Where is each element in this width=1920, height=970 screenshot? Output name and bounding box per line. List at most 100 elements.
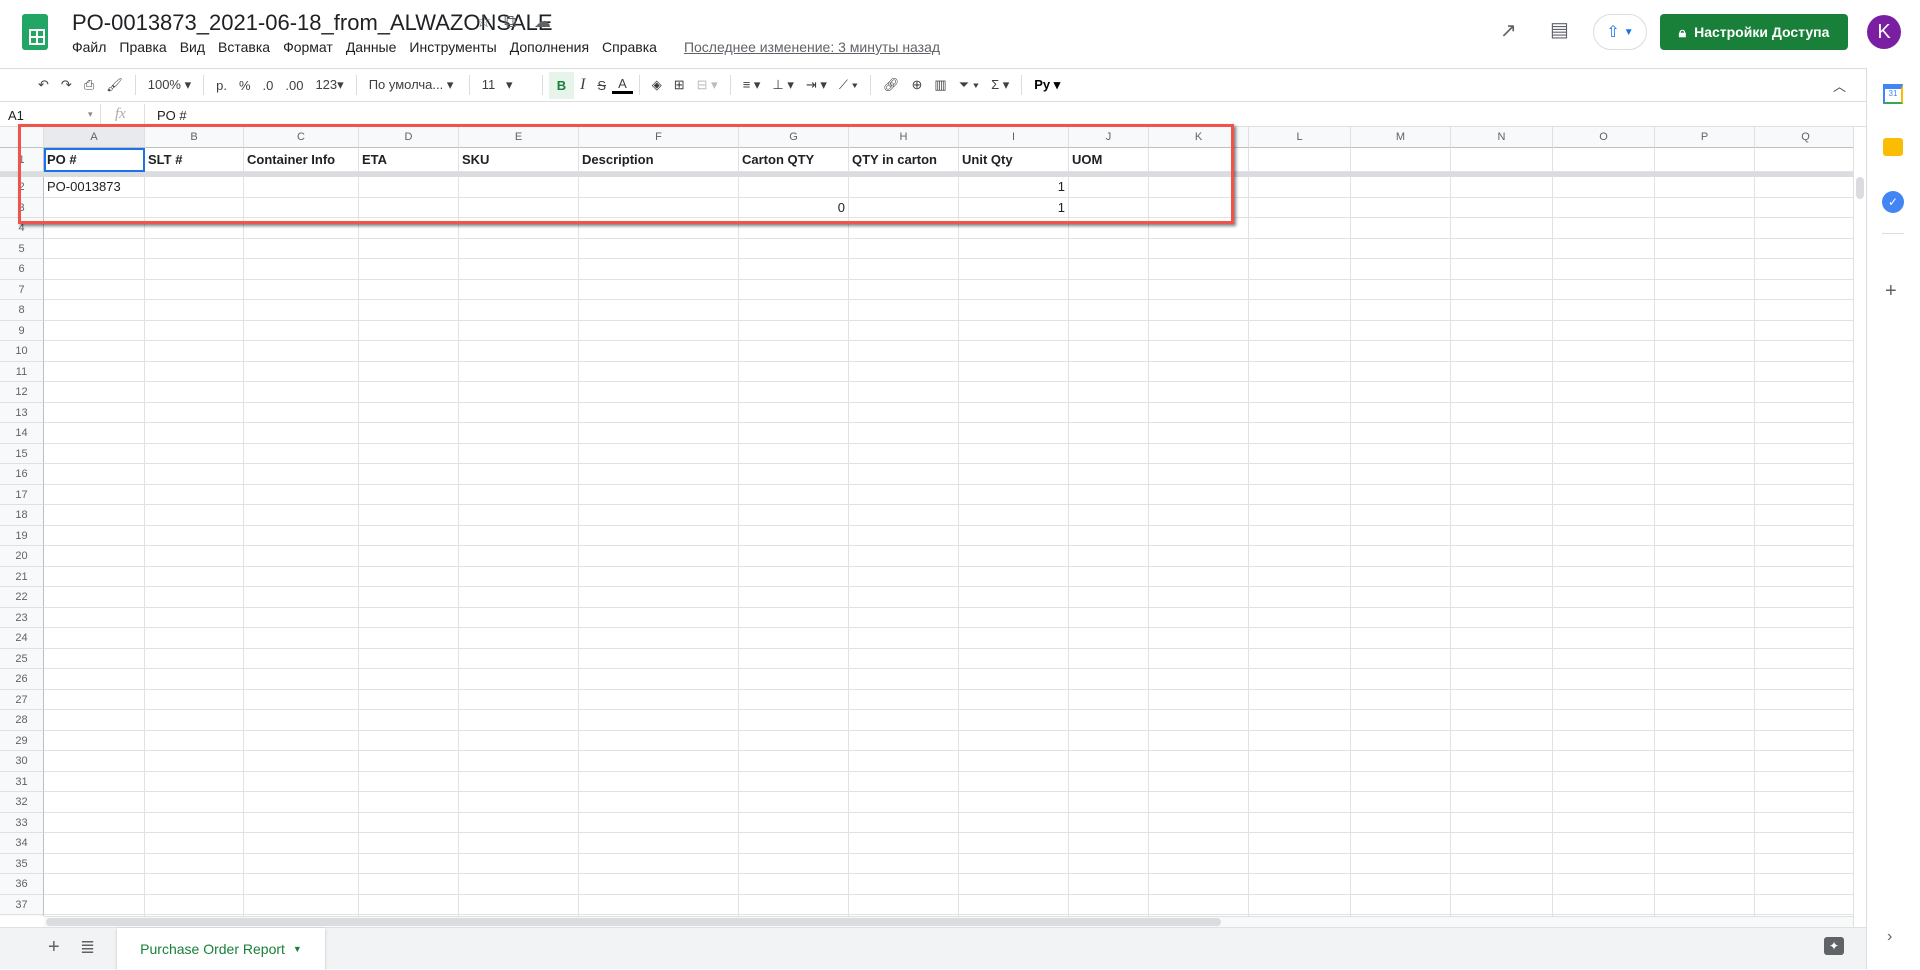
cell-D30[interactable] — [359, 751, 459, 772]
cell-K15[interactable] — [1149, 443, 1249, 464]
cell-I28[interactable] — [959, 710, 1069, 731]
cell-A33[interactable] — [44, 812, 145, 833]
cell-N24[interactable] — [1451, 628, 1553, 649]
add-addon-icon[interactable]: + — [1885, 280, 1897, 303]
cell-B32[interactable] — [145, 792, 244, 813]
cell-G36[interactable] — [739, 874, 849, 895]
cell-I27[interactable] — [959, 689, 1069, 710]
cell-Q36[interactable] — [1755, 874, 1853, 895]
cell-A31[interactable] — [44, 771, 145, 792]
cell-O12[interactable] — [1553, 382, 1655, 403]
cell-O29[interactable] — [1553, 730, 1655, 751]
cell-O16[interactable] — [1553, 464, 1655, 485]
cell-J33[interactable] — [1069, 812, 1149, 833]
cell-H28[interactable] — [849, 710, 959, 731]
menu-addons[interactable]: Дополнения — [510, 39, 596, 55]
cell-E21[interactable] — [459, 566, 579, 587]
cell-A26[interactable] — [44, 669, 145, 690]
cell-M23[interactable] — [1351, 607, 1451, 628]
cell-N31[interactable] — [1451, 771, 1553, 792]
cell-H24[interactable] — [849, 628, 959, 649]
cell-E13[interactable] — [459, 402, 579, 423]
cell-E33[interactable] — [459, 812, 579, 833]
cell-I23[interactable] — [959, 607, 1069, 628]
cell-J32[interactable] — [1069, 792, 1149, 813]
cell-P23[interactable] — [1655, 607, 1755, 628]
cell-M8[interactable] — [1351, 300, 1451, 321]
cell-N9[interactable] — [1451, 320, 1553, 341]
cell-B11[interactable] — [145, 361, 244, 382]
cell-C5[interactable] — [244, 238, 359, 259]
cell-A25[interactable] — [44, 648, 145, 669]
cell-D14[interactable] — [359, 423, 459, 444]
row-header-11[interactable]: 11 — [0, 361, 44, 382]
cell-G30[interactable] — [739, 751, 849, 772]
cell-O18[interactable] — [1553, 505, 1655, 526]
cell-L2[interactable] — [1249, 177, 1351, 198]
cell-K19[interactable] — [1149, 525, 1249, 546]
sheets-logo[interactable] — [22, 14, 48, 50]
cell-D29[interactable] — [359, 730, 459, 751]
cell-C16[interactable] — [244, 464, 359, 485]
cell-P8[interactable] — [1655, 300, 1755, 321]
expand-panel-icon[interactable]: › — [1887, 928, 1892, 946]
vertical-scrollbar[interactable] — [1853, 127, 1866, 927]
text-color-button[interactable]: A — [612, 76, 633, 94]
cell-E18[interactable] — [459, 505, 579, 526]
cell-M6[interactable] — [1351, 259, 1451, 280]
cell-K29[interactable] — [1149, 730, 1249, 751]
cell-N36[interactable] — [1451, 874, 1553, 895]
cell-G6[interactable] — [739, 259, 849, 280]
cell-G14[interactable] — [739, 423, 849, 444]
cell-G31[interactable] — [739, 771, 849, 792]
cell-F19[interactable] — [579, 525, 739, 546]
cell-D37[interactable] — [359, 894, 459, 915]
cell-J28[interactable] — [1069, 710, 1149, 731]
row-header-19[interactable]: 19 — [0, 525, 44, 546]
cell-J5[interactable] — [1069, 238, 1149, 259]
cell-Q16[interactable] — [1755, 464, 1853, 485]
cell-H32[interactable] — [849, 792, 959, 813]
row-header-22[interactable]: 22 — [0, 587, 44, 608]
cell-A17[interactable] — [44, 484, 145, 505]
cell-J12[interactable] — [1069, 382, 1149, 403]
cell-B6[interactable] — [145, 259, 244, 280]
cell-O14[interactable] — [1553, 423, 1655, 444]
cell-F36[interactable] — [579, 874, 739, 895]
cell-B26[interactable] — [145, 669, 244, 690]
cell-C7[interactable] — [244, 279, 359, 300]
cell-B30[interactable] — [145, 751, 244, 772]
cell-L5[interactable] — [1249, 238, 1351, 259]
cell-E5[interactable] — [459, 238, 579, 259]
cell-P3[interactable] — [1655, 197, 1755, 218]
cell-C13[interactable] — [244, 402, 359, 423]
row-header-28[interactable]: 28 — [0, 710, 44, 731]
cell-H16[interactable] — [849, 464, 959, 485]
cell-P5[interactable] — [1655, 238, 1755, 259]
cell-C35[interactable] — [244, 853, 359, 874]
cell-K8[interactable] — [1149, 300, 1249, 321]
cell-M29[interactable] — [1351, 730, 1451, 751]
cell-D36[interactable] — [359, 874, 459, 895]
menu-help[interactable]: Справка — [602, 39, 664, 55]
cell-O35[interactable] — [1553, 853, 1655, 874]
cell-D20[interactable] — [359, 546, 459, 567]
cell-A5[interactable] — [44, 238, 145, 259]
cell-C6[interactable] — [244, 259, 359, 280]
cell-G17[interactable] — [739, 484, 849, 505]
cell-H21[interactable] — [849, 566, 959, 587]
cell-N10[interactable] — [1451, 341, 1553, 362]
cell-H10[interactable] — [849, 341, 959, 362]
row-header-36[interactable]: 36 — [0, 874, 44, 895]
cell-E8[interactable] — [459, 300, 579, 321]
cell-C37[interactable] — [244, 894, 359, 915]
cell-K34[interactable] — [1149, 833, 1249, 854]
cell-J6[interactable] — [1069, 259, 1149, 280]
cell-P9[interactable] — [1655, 320, 1755, 341]
cell-L24[interactable] — [1249, 628, 1351, 649]
cell-Q3[interactable] — [1755, 198, 1853, 218]
cell-G26[interactable] — [739, 669, 849, 690]
cell-E32[interactable] — [459, 792, 579, 813]
cell-G23[interactable] — [739, 607, 849, 628]
cell-E16[interactable] — [459, 464, 579, 485]
